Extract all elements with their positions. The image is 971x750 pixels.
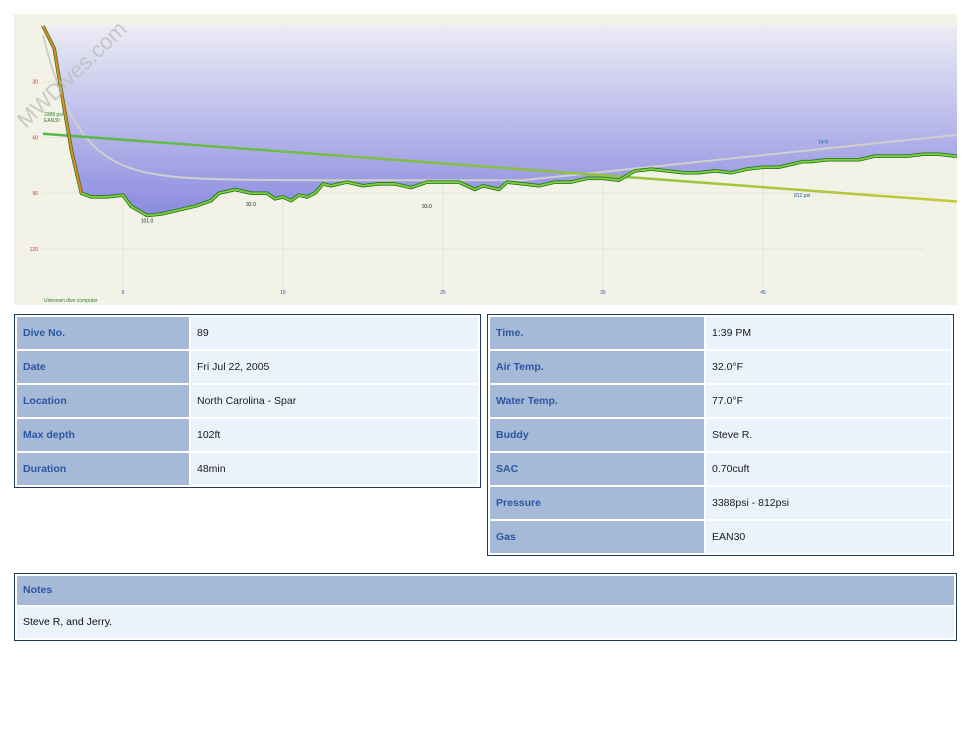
detail-row-sac: SAC 0.70cuft	[490, 453, 951, 485]
dive-details-table-left: Dive No. 89 Date Fri Jul 22, 2005 Location…	[14, 314, 481, 488]
detail-value: 32.0°F	[706, 351, 951, 383]
x-tick-label: 5	[122, 290, 125, 296]
x-tick-label: 15	[280, 290, 286, 296]
y-tick-label: 60	[32, 135, 38, 141]
detail-label: Water Temp.	[490, 385, 704, 417]
dive-profile-chart: 306090120 5 15 25 35 45 101.092.0 93.0 3388 p…	[14, 14, 957, 305]
detail-value: 48min	[191, 453, 478, 485]
detail-value: 102ft	[191, 419, 478, 451]
detail-row-time: Time. 1:39 PM	[490, 317, 951, 349]
detail-row-air-temp: Air Temp. 32.0°F	[490, 351, 951, 383]
detail-label: SAC	[490, 453, 704, 485]
detail-label: Duration	[17, 453, 189, 485]
depth-marker-label: 92.0	[246, 202, 256, 208]
detail-row-max-depth: Max depth 102ft	[17, 419, 478, 451]
x-tick-label: 25	[440, 290, 446, 296]
detail-label: Date	[17, 351, 189, 383]
detail-label: Gas	[490, 521, 704, 553]
detail-value: Steve R.	[706, 419, 951, 451]
detail-label: Air Temp.	[490, 351, 704, 383]
temperature-label: 74°F	[818, 140, 829, 146]
depth-marker-label: 101.0	[141, 219, 154, 225]
y-tick-label: 90	[32, 191, 38, 197]
detail-value: North Carolina - Spar	[191, 385, 478, 417]
detail-value: Fri Jul 22, 2005	[191, 351, 478, 383]
detail-label: Dive No.	[17, 317, 189, 349]
detail-value: EAN30	[706, 521, 951, 553]
detail-value: 3388psi - 812psi	[706, 487, 951, 519]
detail-label: Buddy	[490, 419, 704, 451]
detail-label: Time.	[490, 317, 704, 349]
depth-marker-label: 93.0	[422, 204, 432, 210]
dive-details-table-right: Time. 1:39 PM Air Temp. 32.0°F Water Temp.…	[487, 314, 954, 556]
detail-row-water-temp: Water Temp. 77.0°F	[490, 385, 951, 417]
detail-label: Pressure	[490, 487, 704, 519]
start-gas-label: EAN30	[44, 118, 60, 124]
y-tick-label: 120	[30, 247, 39, 253]
notes-box: Notes Steve R, and Jerry.	[14, 573, 957, 641]
detail-row-gas: Gas EAN30	[490, 521, 951, 553]
notes-text: Steve R, and Jerry.	[17, 607, 954, 638]
detail-row-buddy: Buddy Steve R.	[490, 419, 951, 451]
detail-row-date: Date Fri Jul 22, 2005	[17, 351, 478, 383]
dive-computer-footnote: Unknown dive computer	[44, 298, 98, 304]
detail-value: 0.70cuft	[706, 453, 951, 485]
notes-header: Notes	[17, 576, 954, 605]
x-tick-label: 45	[760, 290, 766, 296]
detail-row-pressure: Pressure 3388psi - 812psi	[490, 487, 951, 519]
detail-row-duration: Duration 48min	[17, 453, 478, 485]
x-tick-label: 35	[600, 290, 606, 296]
detail-label: Max depth	[17, 419, 189, 451]
detail-value: 77.0°F	[706, 385, 951, 417]
detail-label: Location	[17, 385, 189, 417]
detail-value: 1:39 PM	[706, 317, 951, 349]
detail-row-location: Location North Carolina - Spar	[17, 385, 478, 417]
detail-row-dive-no: Dive No. 89	[17, 317, 478, 349]
y-tick-label: 30	[32, 80, 38, 86]
pressure-end-label: 812 psi	[794, 193, 810, 199]
detail-value: 89	[191, 317, 478, 349]
